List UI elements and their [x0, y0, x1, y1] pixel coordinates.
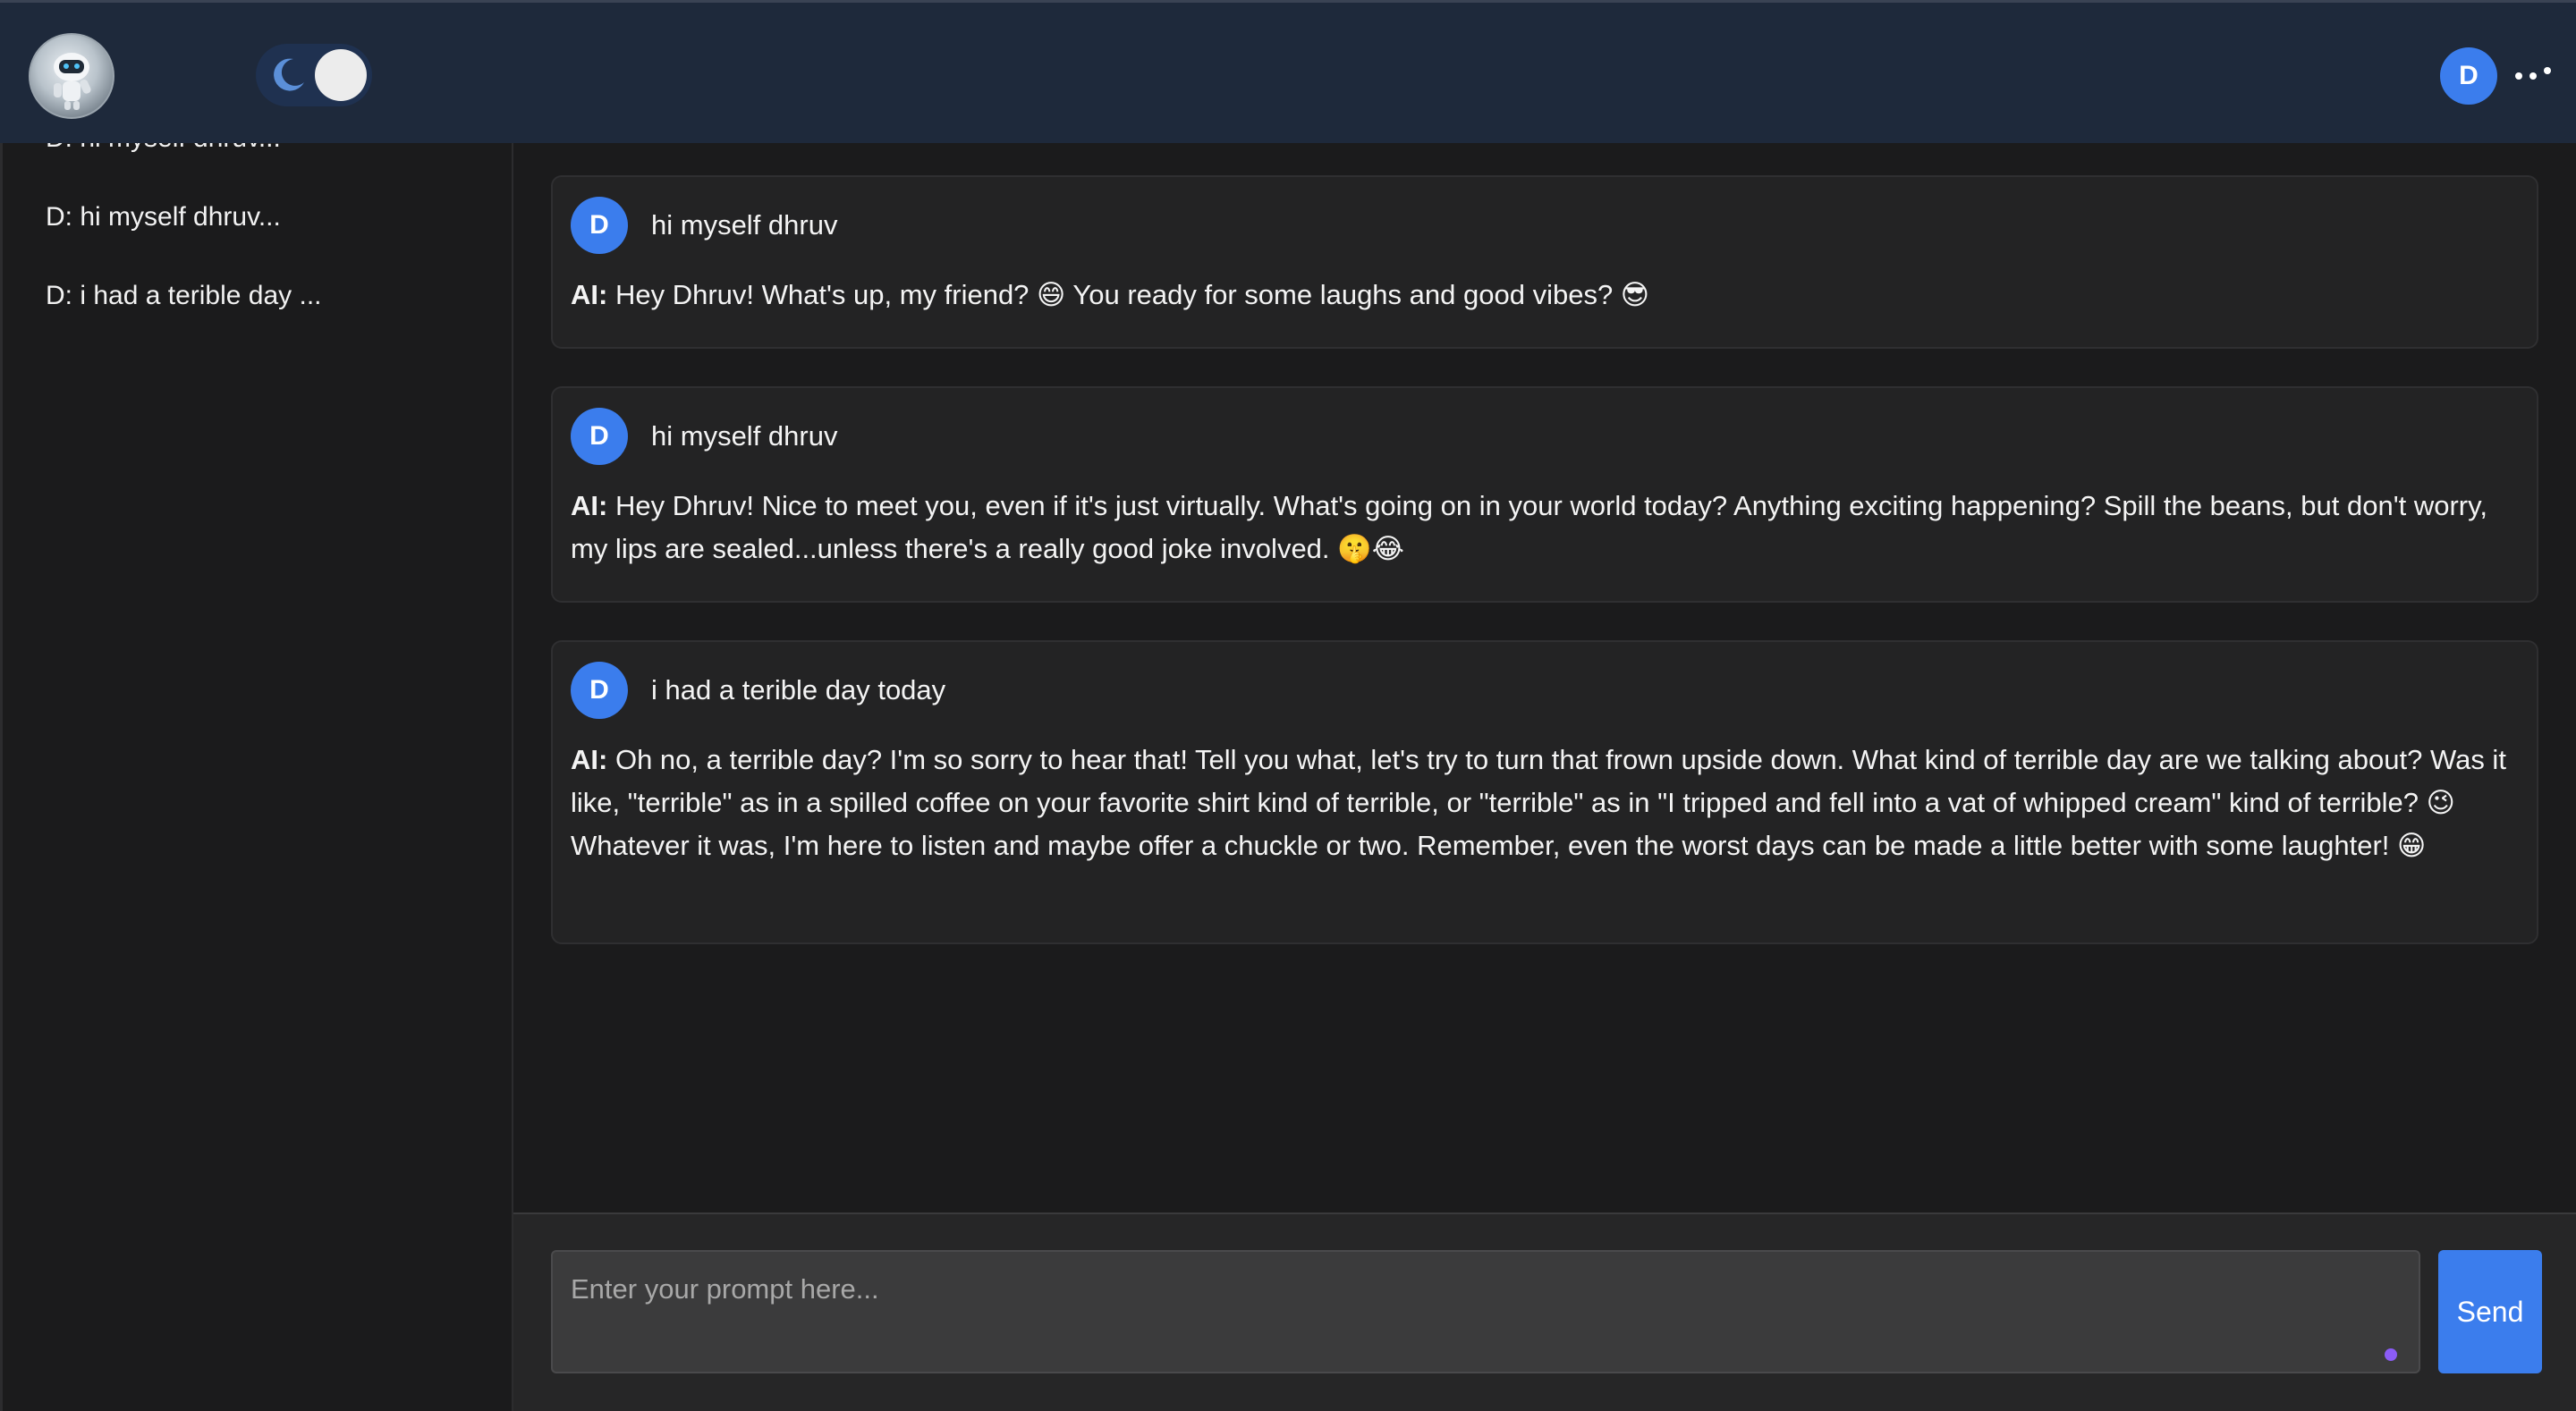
user-avatar[interactable]: D [2440, 47, 2497, 105]
ai-label: AI: [571, 279, 608, 310]
ai-label: AI: [571, 490, 608, 521]
ai-label: AI: [571, 744, 608, 775]
user-prompt-text: hi myself dhruv [651, 209, 838, 241]
chat-history-sidebar: D: hi myself dhruv... D: hi myself dhruv… [0, 143, 513, 1411]
resize-handle-icon[interactable] [2385, 1348, 2397, 1361]
top-bar: D [0, 0, 2576, 143]
user-prompt-text: i had a terible day today [651, 674, 946, 706]
ai-response: AI: Hey Dhruv! Nice to meet you, even if… [571, 485, 2521, 570]
user-avatar: D [571, 662, 628, 719]
ai-response-text: Hey Dhruv! What's up, my friend? 😄 You r… [614, 279, 1650, 310]
message-card: D hi myself dhruv AI: Hey Dhruv! Nice to… [551, 386, 2538, 603]
send-button[interactable]: Send [2438, 1250, 2542, 1373]
user-prompt-text: hi myself dhruv [651, 420, 838, 452]
sidebar-item-chat-1[interactable]: D: hi myself dhruv... [46, 143, 281, 154]
sidebar-item-chat-3[interactable]: D: i had a terible day ... [46, 281, 322, 311]
composer-bar: Send [513, 1212, 2576, 1411]
user-avatar: D [571, 197, 628, 254]
ai-response-text: Hey Dhruv! Nice to meet you, even if it'… [571, 490, 2487, 564]
theme-toggle[interactable] [256, 44, 372, 106]
chat-main: D hi myself dhruv AI: Hey Dhruv! What's … [513, 143, 2576, 1212]
ai-response: AI: Hey Dhruv! What's up, my friend? 😄 Y… [571, 274, 2521, 317]
moon-icon [274, 58, 304, 91]
message-card: D hi myself dhruv AI: Hey Dhruv! What's … [551, 175, 2538, 349]
more-options-icon[interactable] [2513, 60, 2553, 87]
ai-response-text: Oh no, a terrible day? I'm so sorry to h… [571, 744, 2506, 861]
toggle-knob [315, 49, 367, 101]
sidebar-item-chat-2[interactable]: D: hi myself dhruv... [46, 202, 281, 232]
ai-response: AI: Oh no, a terrible day? I'm so sorry … [571, 739, 2521, 867]
message-card: D i had a terible day today AI: Oh no, a… [551, 640, 2538, 944]
user-avatar: D [571, 408, 628, 465]
prompt-input[interactable] [551, 1250, 2420, 1373]
robot-logo-icon[interactable] [29, 33, 114, 119]
